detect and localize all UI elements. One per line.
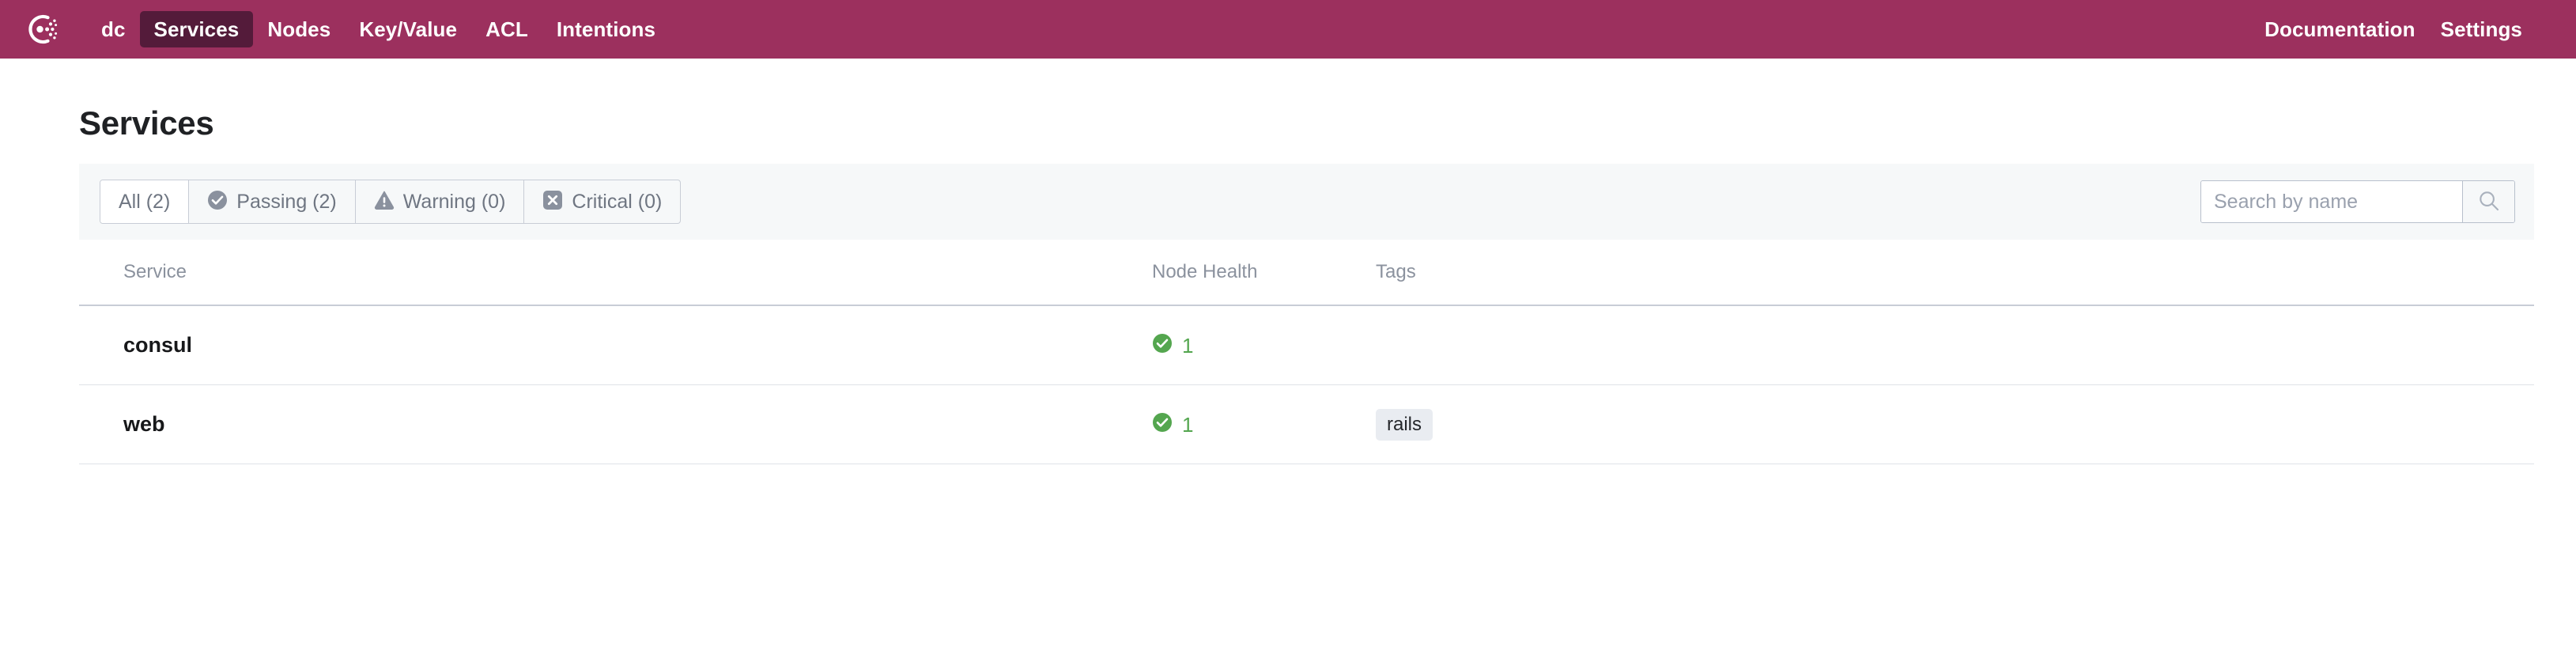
filter-tab-warning[interactable]: Warning (0) xyxy=(356,180,525,223)
warning-triangle-icon xyxy=(374,190,395,214)
page-title: Services xyxy=(79,104,214,142)
filter-tab-passing-label: Passing (2) xyxy=(236,190,337,213)
search-button[interactable] xyxy=(2462,181,2514,222)
nav-item-nodes[interactable]: Nodes xyxy=(253,11,345,48)
filter-tab-warning-label: Warning (0) xyxy=(402,190,506,213)
nav-item-intentions[interactable]: Intentions xyxy=(542,11,670,48)
nav-item-settings[interactable]: Settings xyxy=(2428,11,2535,48)
column-header-node-health: Node Health xyxy=(1152,261,1258,282)
table-row[interactable]: consul 1 xyxy=(79,306,2534,385)
filter-tab-all-label: All (2) xyxy=(119,190,171,213)
search-input[interactable] xyxy=(2201,181,2462,222)
top-navbar: dc Services Nodes Key/Value ACL Intentio… xyxy=(0,0,2576,59)
navbar-right-group: Documentation Settings xyxy=(2252,11,2535,48)
health-count: 1 xyxy=(1182,333,1194,358)
x-square-icon xyxy=(542,190,563,214)
filter-tab-passing[interactable]: Passing (2) xyxy=(189,180,356,223)
nav-item-services[interactable]: Services xyxy=(139,10,254,48)
service-link[interactable]: consul xyxy=(123,333,192,357)
consul-logo-icon[interactable] xyxy=(24,12,59,47)
search-icon xyxy=(2477,189,2501,215)
tags-cell: rails xyxy=(1376,408,2534,441)
filter-bar: All (2) Passing (2) Warning (0) Critical… xyxy=(79,164,2534,240)
nav-item-documentation[interactable]: Documentation xyxy=(2252,11,2428,48)
service-name-cell: web xyxy=(79,414,1152,435)
services-table: Service Node Health Tags consul 1 web 1 … xyxy=(79,240,2534,464)
content-inner: Services All (2) Passing (2) Warning (0)… xyxy=(79,59,2534,464)
nav-item-key-value[interactable]: Key/Value xyxy=(345,11,471,48)
nav-item-acl[interactable]: ACL xyxy=(471,11,542,48)
navbar-left-group: dc Services Nodes Key/Value ACL Intentio… xyxy=(24,10,670,48)
node-health-cell: 1 xyxy=(1152,333,1376,358)
health-filter-group: All (2) Passing (2) Warning (0) Critical… xyxy=(100,180,682,224)
column-header-tags: Tags xyxy=(1376,261,1416,282)
column-header-service: Service xyxy=(123,261,187,282)
service-link[interactable]: web xyxy=(123,412,165,436)
main-content: Services All (2) Passing (2) Warning (0)… xyxy=(0,59,2576,464)
filter-tab-critical[interactable]: Critical (0) xyxy=(524,180,680,223)
nav-item-datacenter[interactable]: dc xyxy=(87,11,140,48)
service-name-cell: consul xyxy=(79,335,1152,356)
search-box xyxy=(2200,180,2515,223)
filter-tab-all[interactable]: All (2) xyxy=(100,180,190,223)
check-circle-icon xyxy=(207,190,228,214)
health-passing-icon xyxy=(1152,333,1173,358)
table-row[interactable]: web 1 rails xyxy=(79,385,2534,464)
health-passing-icon xyxy=(1152,412,1173,437)
node-health-cell: 1 xyxy=(1152,412,1376,437)
health-count: 1 xyxy=(1182,412,1194,437)
filter-tab-critical-label: Critical (0) xyxy=(572,190,663,213)
table-header-row: Service Node Health Tags xyxy=(79,240,2534,306)
tag-chip: rails xyxy=(1376,408,1433,441)
